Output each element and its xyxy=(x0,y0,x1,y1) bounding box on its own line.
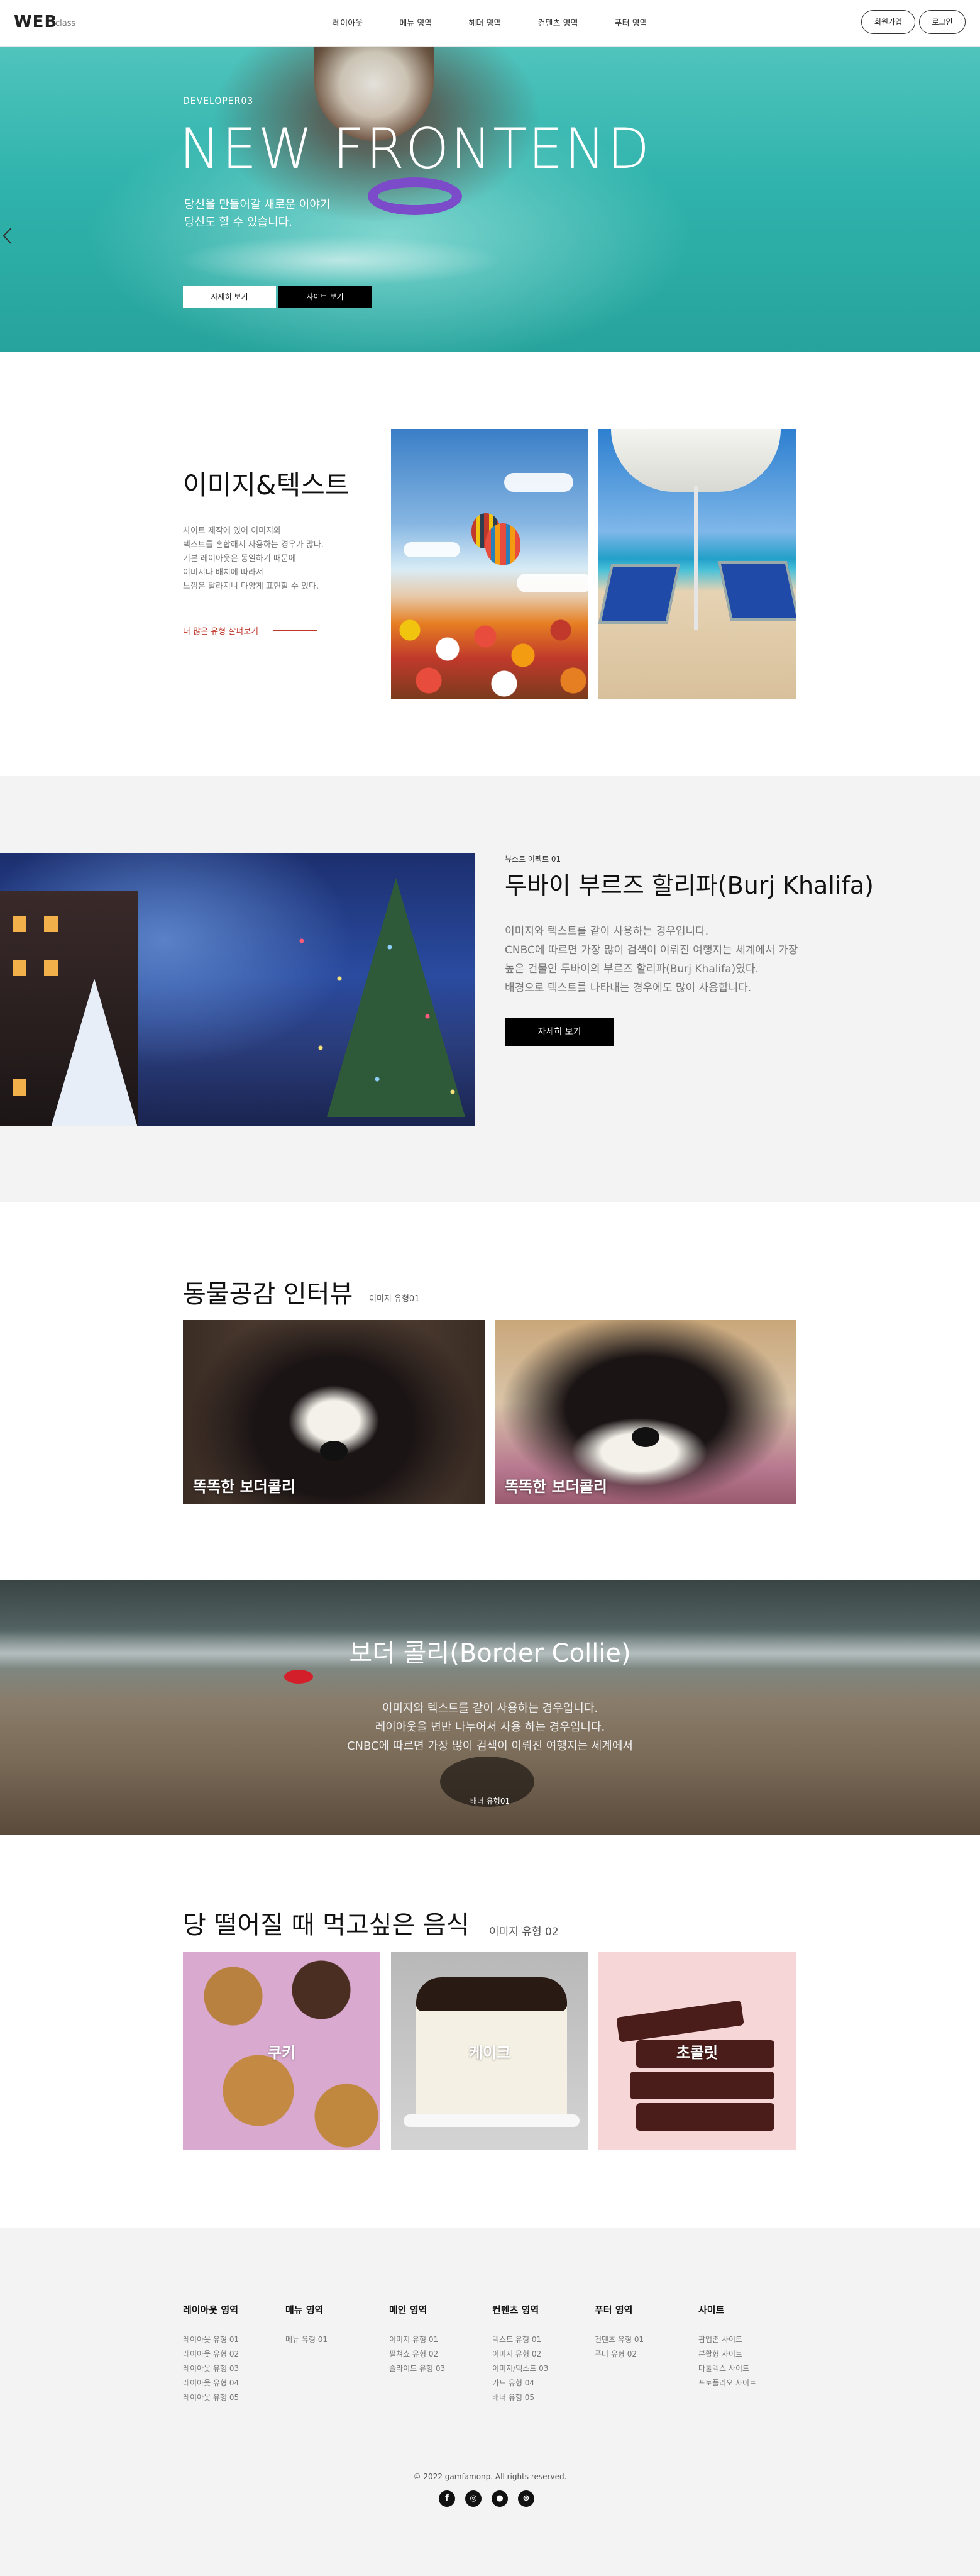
section1-title: 이미지&텍스트 xyxy=(183,470,350,501)
section2-description: 이미지와 텍스트를 같이 사용하는 경우입니다. CNBC에 따르면 가장 많이… xyxy=(505,925,798,994)
prev-arrow-icon[interactable] xyxy=(3,228,19,244)
footer-link[interactable]: 슬라이드 유형 03 xyxy=(389,2362,445,2376)
nav-item-footer[interactable]: 푸터 영역 xyxy=(615,16,647,28)
footer-link[interactable]: 이미지 유형 02 xyxy=(492,2347,548,2362)
dog-card[interactable]: 똑똑한 보더콜리 xyxy=(183,1320,485,1504)
section1-description: 사이트 제작에 있어 이미지와 텍스트를 혼합해서 사용하는 경우가 많다. 기… xyxy=(183,526,324,591)
food-label: 케이크 xyxy=(468,2044,511,2062)
footer-link[interactable]: 이미지 유형 01 xyxy=(389,2333,445,2347)
site-header: WEB class 레이아웃 메뉴 영역 헤더 영역 컨텐츠 영역 푸터 영역 … xyxy=(0,0,980,47)
footer-link[interactable]: 컨텐츠 유형 01 xyxy=(595,2333,644,2347)
food-label: 초콜릿 xyxy=(676,2044,718,2062)
instagram-icon[interactable]: ◎ xyxy=(465,2490,482,2507)
footer-link[interactable]: 레이아웃 유형 02 xyxy=(183,2347,239,2362)
section5-subtitle: 이미지 유형 02 xyxy=(489,1926,559,1938)
github-icon[interactable]: ● xyxy=(492,2490,508,2507)
food-card-chocolate[interactable]: 초콜릿 xyxy=(598,1952,796,2150)
banner-title: 보더 콜리(Border Collie) xyxy=(349,1639,631,1668)
footer-link[interactable]: 카드 유형 04 xyxy=(492,2376,548,2390)
food-card-cookie[interactable]: 쿠키 xyxy=(183,1952,380,2150)
footer-link[interactable]: 포토폴리오 사이트 xyxy=(698,2376,756,2390)
balloon-image xyxy=(391,429,588,699)
section2-detail-button[interactable]: 자세히 보기 xyxy=(505,1018,614,1046)
footer-column-site: 사이트 팝업존 사이트 분활형 사이트 마툴렉스 사이트 포토폴리오 사이트 xyxy=(698,2303,756,2390)
section3-subtitle: 이미지 유형01 xyxy=(369,1294,420,1304)
footer-link[interactable]: 레이아웃 유형 03 xyxy=(183,2362,239,2376)
footer-link[interactable]: 푸터 유형 02 xyxy=(595,2347,644,2362)
christmas-image xyxy=(0,853,475,1126)
footer-column-main: 메인 영역 이미지 유형 01 펼쳐쇼 유형 02 슬라이드 유형 03 xyxy=(389,2303,445,2376)
section3-title: 동물공감 인터뷰 xyxy=(183,1280,353,1309)
copyright: © 2022 gamfamonp. All rights reserved. xyxy=(413,2472,567,2481)
facebook-icon[interactable]: f xyxy=(439,2490,455,2507)
banner-description: 이미지와 텍스트를 같이 사용하는 경우입니다. 레이아웃을 변반 나누어서 사… xyxy=(346,1702,633,1753)
site-footer xyxy=(0,2228,980,2576)
banner-link: 배너 유형01 xyxy=(0,1796,980,1807)
food-card-cake[interactable]: 케이크 xyxy=(391,1952,588,2150)
dog-card[interactable]: 똑똑한 보더콜리 xyxy=(495,1320,796,1504)
dog-card-label: 똑똑한 보더콜리 xyxy=(505,1478,607,1496)
footer-column-layout: 레이아웃 영역 레이아웃 유형 01 레이아웃 유형 02 레이아웃 유형 03… xyxy=(183,2303,239,2405)
hero-description: 당신을 만들어갈 새로운 이야기 당신도 할 수 있습니다. xyxy=(184,198,331,229)
hero-small-title: DEVELOPER03 xyxy=(183,96,254,106)
beach-image xyxy=(598,429,796,699)
dribbble-icon[interactable]: ⊕ xyxy=(518,2490,534,2507)
nav-item-header[interactable]: 헤더 영역 xyxy=(468,16,501,28)
footer-link[interactable]: 팝업존 사이트 xyxy=(698,2333,756,2347)
footer-column-footer: 푸터 영역 컨텐츠 유형 01 푸터 유형 02 xyxy=(595,2303,644,2362)
footer-link[interactable]: 레이아웃 유형 05 xyxy=(183,2390,239,2405)
footer-column-menu: 메뉴 영역 메뉴 유형 01 xyxy=(285,2303,328,2347)
hero-banner xyxy=(0,47,980,352)
footer-link[interactable]: 이미지/텍스트 03 xyxy=(492,2362,548,2376)
signup-button[interactable]: 회원가입 xyxy=(861,10,915,34)
footer-link[interactable]: 레이아웃 유형 01 xyxy=(183,2333,239,2347)
section2-title: 두바이 부르즈 할리파(Burj Khalifa) xyxy=(505,872,874,899)
section5-title: 당 떨어질 때 먹고싶은 음식 xyxy=(183,1911,470,1940)
login-button[interactable]: 로그인 xyxy=(919,10,966,34)
footer-link[interactable]: 메뉴 유형 01 xyxy=(285,2333,328,2347)
footer-link[interactable]: 펼쳐쇼 유형 02 xyxy=(389,2347,445,2362)
footer-link[interactable]: 레이아웃 유형 04 xyxy=(183,2376,239,2390)
hero-title: NEW FRONTEND xyxy=(179,116,651,181)
more-link-line xyxy=(273,630,317,631)
footer-link[interactable]: 분활형 사이트 xyxy=(698,2347,756,2362)
footer-column-contents: 컨텐츠 영역 텍스트 유형 01 이미지 유형 02 이미지/텍스트 03 카드… xyxy=(492,2303,548,2405)
food-label: 쿠키 xyxy=(267,2044,296,2062)
footer-link[interactable]: 마툴렉스 사이트 xyxy=(698,2362,756,2376)
frisbee-image xyxy=(284,1670,313,1684)
footer-link[interactable]: 배너 유형 05 xyxy=(492,2390,548,2405)
nav-item-contents[interactable]: 컨텐츠 영역 xyxy=(538,16,578,28)
hero-detail-button[interactable]: 자세히 보기 xyxy=(183,286,276,308)
nav-item-menu[interactable]: 메뉴 영역 xyxy=(399,16,432,28)
nav-item-layout[interactable]: 레이아웃 xyxy=(333,16,363,28)
footer-link[interactable]: 텍스트 유형 01 xyxy=(492,2333,548,2347)
dog-card-label: 똑똑한 보더콜리 xyxy=(193,1478,295,1496)
section2-small-title: 뷰스트 이펙트 01 xyxy=(505,855,561,863)
hero-site-button[interactable]: 사이트 보기 xyxy=(278,286,372,308)
main-nav: 레이아웃 메뉴 영역 헤더 영역 컨텐츠 영역 푸터 영역 xyxy=(0,16,980,28)
more-types-link[interactable]: 더 많은 유형 살펴보기 xyxy=(183,625,258,636)
